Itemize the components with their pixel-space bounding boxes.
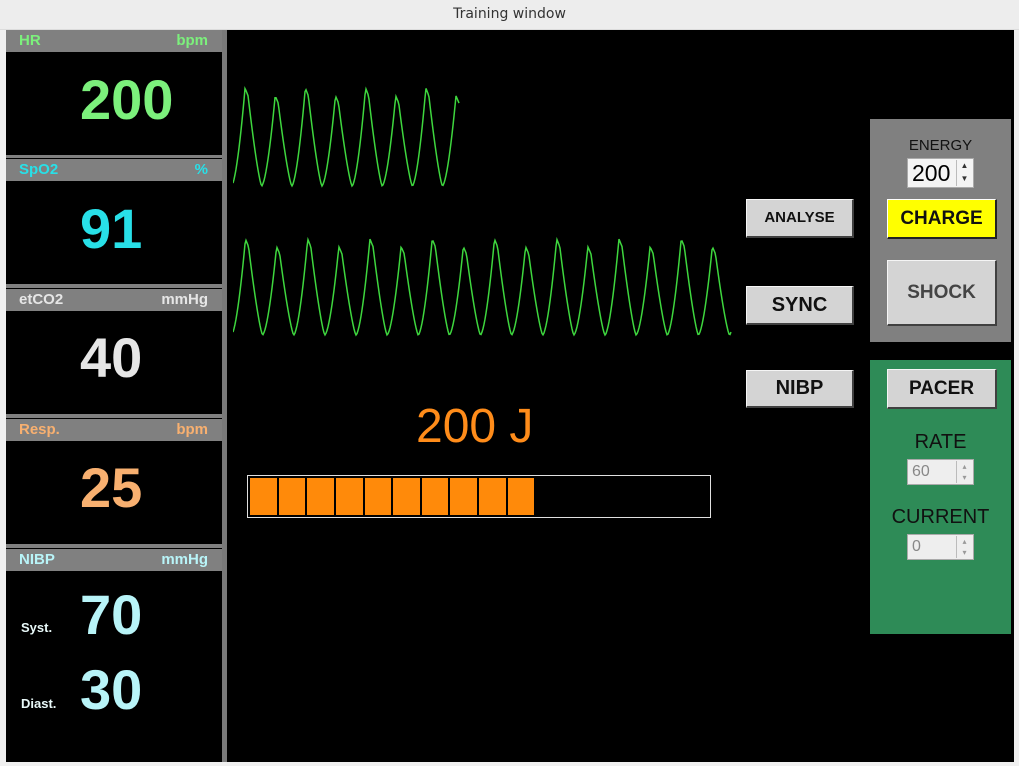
current-spinner[interactable]: 0 ▴ ▾ [907,534,974,560]
pacer-panel: PACER RATE 60 ▴ ▾ CURRENT 0 ▴ ▾ [870,360,1011,634]
window-title: Training window [453,6,566,22]
spo2-header: SpO2 % [6,159,222,181]
divider [6,544,222,548]
charge-segment [507,478,535,515]
spinner-down-icon[interactable]: ▼ [957,173,972,186]
nibp-diast-value: 30 [80,658,143,721]
etco2-label: etCO2 [19,291,64,308]
rate-value: 60 [912,463,930,480]
resp-value: 25 [80,456,143,519]
charge-button[interactable]: CHARGE [887,199,997,239]
hr-label: HR [19,32,41,49]
spo2-unit: % [194,161,208,178]
charge-segment [335,478,363,515]
pleth-waveform-bottom [233,236,732,337]
etco2-value: 40 [80,326,143,389]
waveform-line [233,236,732,337]
spo2-label: SpO2 [19,161,59,178]
charge-segment [479,478,506,515]
shock-button[interactable]: SHOCK [887,260,997,326]
analyse-button[interactable]: ANALYSE [746,199,854,238]
spinner-down-icon[interactable]: ▾ [957,547,972,558]
charge-segment [393,478,420,515]
charge-progress-bar [247,475,711,518]
current-value: 0 [912,538,921,555]
charge-segment [250,478,277,515]
vitals-column: HR bpm 200 SpO2 % 91 etCO2 mmHg 40 Resp.… [6,30,222,762]
resp-label: Resp. [19,421,60,438]
resp-header: Resp. bpm [6,419,222,441]
nibp-syst-label: Syst. [21,620,53,635]
nibp-unit: mmHg [161,551,208,568]
waveform-line [233,85,460,188]
charge-segment [307,478,334,515]
charge-segment [278,478,306,515]
spo2-value: 91 [80,197,143,260]
spinner-up-icon[interactable]: ▲ [957,160,972,173]
divider [6,414,222,418]
divider [6,284,222,288]
nibp-syst-value: 70 [80,583,143,646]
spinner-up-icon[interactable]: ▴ [957,536,972,547]
etco2-unit: mmHg [161,291,208,308]
monitor-area: 200 J ANALYSE SYNC NIBP ENERGY 200 ▲ ▼ C… [227,30,1014,762]
hr-header: HR bpm [6,30,222,52]
energy-readout: 200 J [416,400,534,453]
energy-label: ENERGY [908,137,973,154]
energy-value: 200 [912,160,951,186]
defib-panel: ENERGY 200 ▲ ▼ CHARGE SHOCK [870,119,1011,342]
pleth-waveform-top [233,85,460,188]
nibp-header: NIBP mmHg [6,549,222,571]
pacer-button[interactable]: PACER [887,369,997,409]
spinner-up-icon[interactable]: ▴ [957,461,972,472]
rate-label: RATE [914,431,967,453]
resp-unit: bpm [176,421,208,438]
energy-spinner[interactable]: 200 ▲ ▼ [907,158,974,188]
current-label: CURRENT [891,506,990,528]
sync-button[interactable]: SYNC [746,286,854,325]
hr-value: 200 [80,68,174,131]
charge-segment [450,478,477,515]
nibp-diast-label: Diast. [21,696,57,711]
window-title-bar: Training window [0,0,1019,30]
rate-spinner[interactable]: 60 ▴ ▾ [907,459,974,485]
etco2-header: etCO2 mmHg [6,289,222,311]
nibp-button[interactable]: NIBP [746,370,854,408]
divider [6,155,222,158]
charge-segment [421,478,449,515]
charge-segment [364,478,392,515]
nibp-label: NIBP [19,551,55,568]
spinner-down-icon[interactable]: ▾ [957,472,972,483]
hr-unit: bpm [176,32,208,49]
